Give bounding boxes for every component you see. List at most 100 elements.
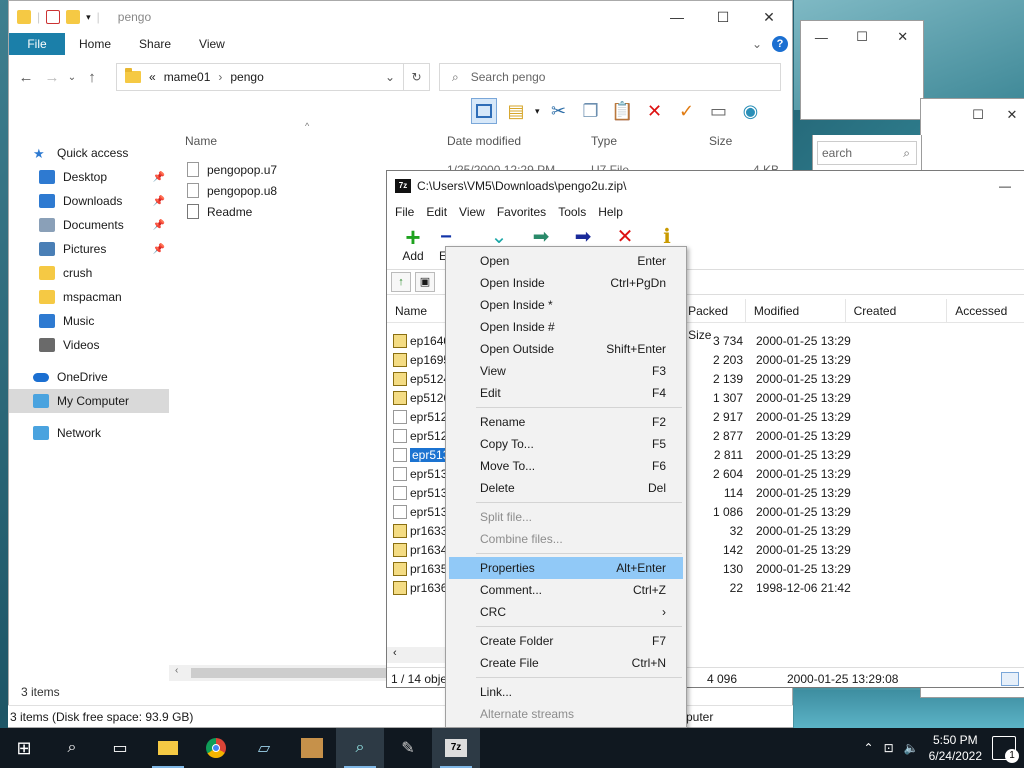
add-button[interactable]: + Add (395, 223, 431, 269)
search-icon[interactable]: ⌕ (48, 728, 96, 768)
menu-help[interactable]: Help (592, 205, 629, 219)
horizontal-scrollbar[interactable]: ‹ (387, 647, 445, 663)
menu-item-open-outside[interactable]: Open Outside Shift+Enter (446, 338, 686, 360)
close-icon[interactable]: ✕ (995, 107, 1024, 123)
folder-options-icon[interactable]: ▤ (503, 98, 529, 124)
cut-icon[interactable]: ✂ (546, 98, 572, 124)
7zip-icon[interactable]: 7z (432, 728, 480, 768)
expand-ribbon-icon[interactable]: ⌄ (752, 37, 762, 51)
dosbox-icon[interactable] (288, 728, 336, 768)
help-icon[interactable]: ? (772, 36, 788, 52)
menu-favorites[interactable]: Favorites (491, 205, 552, 219)
tab-view[interactable]: View (185, 33, 239, 55)
menu-item-comment[interactable]: Comment... Ctrl+Z (446, 579, 686, 601)
up-folder-icon[interactable]: ↑ (391, 272, 411, 292)
address-bar[interactable]: « mame01 › pengo ⌄ (116, 63, 404, 91)
close-icon[interactable]: ✕ (746, 9, 792, 26)
maximize-icon[interactable]: ☐ (842, 29, 883, 45)
start-icon[interactable]: ⊞ (0, 728, 48, 768)
column-type[interactable]: Type (591, 129, 709, 153)
column-size[interactable]: Size (709, 129, 789, 153)
tab-home[interactable]: Home (65, 33, 125, 55)
search-input[interactable]: ⌕ Search pengo (439, 63, 781, 91)
back-icon[interactable]: ← (13, 69, 39, 86)
minimize-icon[interactable]: — (801, 30, 842, 45)
sidebar-item-mspacman[interactable]: mspacman (9, 285, 169, 309)
new-folder-icon[interactable] (66, 10, 81, 24)
menu-file[interactable]: File (389, 205, 420, 219)
history-chevron-icon[interactable]: ⌄ (65, 72, 79, 83)
search-app-icon[interactable]: ⌕ (336, 728, 384, 768)
sidebar-item-videos[interactable]: Videos (9, 333, 169, 357)
chevron-down-icon[interactable]: ▾ (535, 106, 540, 117)
column-created[interactable]: Created (846, 299, 948, 322)
column-modified[interactable]: Modified (746, 299, 846, 322)
close-icon[interactable]: ✕ (882, 29, 923, 45)
scroll-left-icon[interactable]: ‹ (175, 665, 178, 676)
details-view-icon[interactable] (1001, 671, 1019, 686)
layout-icon[interactable] (471, 98, 497, 124)
sidebar-item-onedrive[interactable]: OneDrive (9, 365, 169, 389)
breadcrumb-mame01[interactable]: mame01 (164, 70, 211, 84)
chevron-up-icon[interactable]: ⌃ (864, 741, 874, 755)
menu-item-delete[interactable]: Delete Del (446, 477, 686, 499)
tab-file[interactable]: File (9, 33, 65, 55)
sidebar-item-quick-access[interactable]: ★ Quick access (9, 141, 169, 165)
column-date[interactable]: Date modified (447, 129, 591, 153)
menu-item-create-folder[interactable]: Create Folder F7 (446, 630, 686, 652)
refresh-button[interactable]: ↻ (404, 63, 430, 91)
breadcrumb-pengo[interactable]: pengo (230, 70, 263, 84)
title-bar[interactable]: | ▾ | pengo — ☐ ✕ (9, 1, 792, 33)
background-window[interactable]: — ☐ ✕ (800, 20, 924, 120)
menu-item-crc[interactable]: CRC › (446, 601, 686, 623)
column-name[interactable]: Name (185, 129, 447, 153)
clock[interactable]: 5:50 PM 6/24/2022 (929, 732, 982, 764)
sidebar-item-pictures[interactable]: Pictures 📌 (9, 237, 169, 261)
menu-item-edit[interactable]: Edit F4 (446, 382, 686, 404)
title-bar[interactable]: 7z C:\Users\VM5\Downloads\pengo2u.zip\ — (387, 171, 1024, 201)
paint-icon[interactable]: ✎ (384, 728, 432, 768)
search-icon[interactable]: ⌕ (903, 146, 916, 161)
minimize-icon[interactable]: — (999, 179, 1024, 193)
menu-item-move-to[interactable]: Move To... F6 (446, 455, 686, 477)
pin-icon[interactable]: 📌 (153, 172, 165, 183)
sidebar-item-music[interactable]: Music (9, 309, 169, 333)
menu-item-open-inside[interactable]: Open Inside # (446, 316, 686, 338)
chevron-down-icon[interactable]: ⌄ (385, 70, 403, 84)
sidebar-item-documents[interactable]: Documents 📌 (9, 213, 169, 237)
copy-icon[interactable]: ❐ (578, 98, 604, 124)
maximize-icon[interactable]: ☐ (700, 9, 746, 26)
menu-view[interactable]: View (453, 205, 491, 219)
menu-item-open-inside[interactable]: Open Inside Ctrl+PgDn (446, 272, 686, 294)
column-name[interactable]: Name (387, 299, 447, 322)
sidebar-item-my-computer[interactable]: My Computer (9, 389, 169, 413)
menu-item-view[interactable]: View F3 (446, 360, 686, 382)
file-row[interactable]: Readme (187, 201, 252, 222)
up-icon[interactable]: ↑ (79, 69, 105, 86)
chrome-icon[interactable] (192, 728, 240, 768)
maximize-icon[interactable]: ☐ (961, 107, 995, 123)
network-icon[interactable]: ⊡ (884, 741, 894, 755)
menu-item-link[interactable]: Link... (446, 681, 686, 703)
menu-tools[interactable]: Tools (552, 205, 592, 219)
scroll-left-icon[interactable]: ‹ (393, 647, 397, 659)
task-view-icon[interactable]: ▭ (96, 728, 144, 768)
shell-icon[interactable]: ◉ (738, 98, 764, 124)
pin-icon[interactable]: 📌 (153, 196, 165, 207)
pin-icon[interactable]: 📌 (153, 244, 165, 255)
notepad-icon[interactable]: ▱ (240, 728, 288, 768)
menu-item-rename[interactable]: Rename F2 (446, 411, 686, 433)
menu-item-properties[interactable]: Properties Alt+Enter (449, 557, 683, 579)
menu-item-open-inside[interactable]: Open Inside * (446, 294, 686, 316)
delete-icon[interactable]: ✕ (642, 98, 668, 124)
volume-icon[interactable]: 🔈 (904, 741, 919, 755)
horizontal-scrollbar[interactable]: ‹ (169, 665, 394, 681)
menu-edit[interactable]: Edit (420, 205, 453, 219)
file-explorer-icon[interactable] (144, 728, 192, 768)
sidebar-item-downloads[interactable]: Downloads 📌 (9, 189, 169, 213)
sidebar-item-network[interactable]: Network (9, 421, 169, 445)
paste-icon[interactable]: 📋 (610, 98, 636, 124)
background-window[interactable]: earch ⌕ (812, 135, 922, 175)
checkmark-icon[interactable]: ✓ (674, 98, 700, 124)
column-accessed[interactable]: Accessed (947, 299, 1024, 322)
